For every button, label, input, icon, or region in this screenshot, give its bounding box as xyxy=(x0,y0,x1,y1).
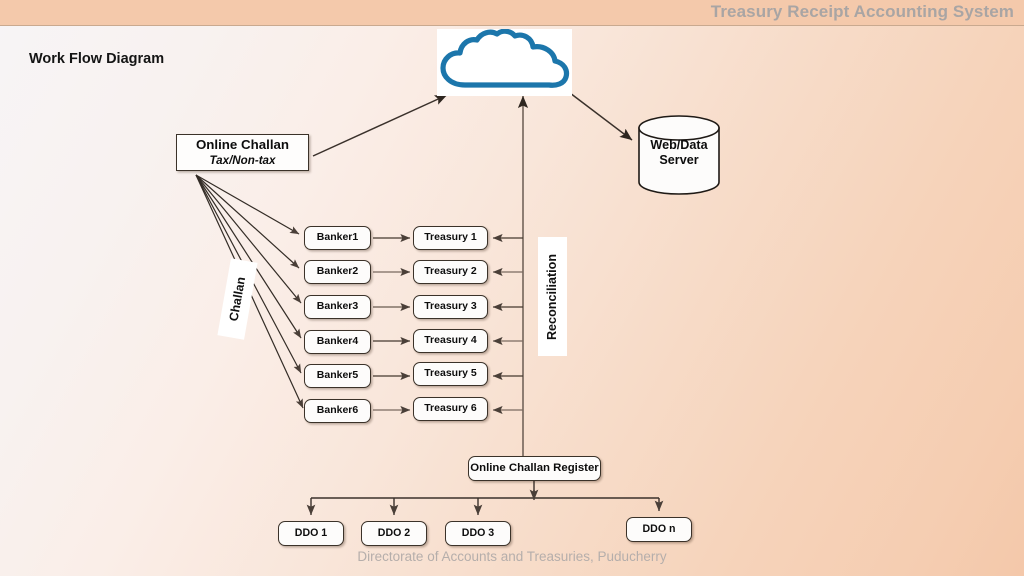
arrow-online-challan-to-cloud xyxy=(312,94,448,157)
node-treasury-6[interactable]: Treasury 6 xyxy=(413,397,488,421)
node-ddo-2[interactable]: DDO 2 xyxy=(361,521,427,546)
online-challan-subtitle: Tax/Non-tax xyxy=(209,153,276,167)
node-web-data-server[interactable]: Web/Data Server xyxy=(637,114,721,196)
banker-6-label: Banker6 xyxy=(316,404,359,417)
treasury-6-label: Treasury 6 xyxy=(424,402,477,415)
node-banker-6[interactable]: Banker6 xyxy=(304,399,371,423)
arrow-group-bankers-to-treasuries xyxy=(373,233,411,415)
node-banker-4[interactable]: Banker4 xyxy=(304,330,371,354)
treasury-1-label: Treasury 1 xyxy=(424,231,477,244)
node-treasury-1[interactable]: Treasury 1 xyxy=(413,226,488,250)
header-bar: Treasury Receipt Accounting System xyxy=(0,0,1024,26)
banker-3-label: Banker3 xyxy=(316,300,359,313)
page-title: Work Flow Diagram xyxy=(29,51,165,67)
ddo-n-label: DDO n xyxy=(642,522,676,535)
node-banker-1[interactable]: Banker1 xyxy=(304,226,371,250)
slide-canvas: Treasury Receipt Accounting System Work … xyxy=(0,0,1024,576)
ddo-3-label: DDO 3 xyxy=(461,526,495,539)
server-label-line2: Server xyxy=(659,153,699,168)
footer-text: Directorate of Accounts and Treasuries, … xyxy=(357,549,667,564)
banker-1-label: Banker1 xyxy=(316,231,359,244)
arrow-group-register-to-ddos xyxy=(306,481,664,516)
server-label-line1: Web/Data xyxy=(650,138,708,152)
reconciliation-label: Reconciliation xyxy=(538,237,567,356)
banker-2-label: Banker2 xyxy=(316,265,359,278)
challan-flow-label-text: Challan xyxy=(226,275,249,323)
folded-corner-inner-icon xyxy=(300,162,308,170)
node-banker-5[interactable]: Banker5 xyxy=(304,364,371,388)
node-ddo-1[interactable]: DDO 1 xyxy=(278,521,344,546)
challan-register-label: Online Challan Register xyxy=(470,462,599,475)
treasury-3-label: Treasury 3 xyxy=(424,300,477,313)
banker-5-label: Banker5 xyxy=(316,369,359,382)
arrow-group-reconciliation-to-treasuries xyxy=(492,233,523,415)
banker-4-label: Banker4 xyxy=(316,335,359,348)
node-ddo-3[interactable]: DDO 3 xyxy=(445,521,511,546)
online-challan-title: Online Challan xyxy=(195,137,290,153)
node-treasury-4[interactable]: Treasury 4 xyxy=(413,329,488,353)
ddo-1-label: DDO 1 xyxy=(294,526,328,539)
node-online-challan-register[interactable]: Online Challan Register xyxy=(468,456,601,481)
challan-flow-label: Challan xyxy=(217,258,258,340)
header-title: Treasury Receipt Accounting System xyxy=(710,2,1014,21)
arrow-cloud-to-server xyxy=(569,92,633,141)
cloud-icon xyxy=(437,29,572,96)
treasury-4-label: Treasury 4 xyxy=(424,334,477,347)
node-banker-3[interactable]: Banker3 xyxy=(304,295,371,319)
treasury-5-label: Treasury 5 xyxy=(424,367,477,380)
ddo-2-label: DDO 2 xyxy=(377,526,411,539)
server-label: Web/Data Server xyxy=(637,138,721,169)
node-treasury-5[interactable]: Treasury 5 xyxy=(413,362,488,386)
node-treasury-3[interactable]: Treasury 3 xyxy=(413,295,488,319)
node-banker-2[interactable]: Banker2 xyxy=(304,260,371,284)
node-treasury-2[interactable]: Treasury 2 xyxy=(413,260,488,284)
treasury-2-label: Treasury 2 xyxy=(424,265,477,278)
reconciliation-label-text: Reconciliation xyxy=(545,253,560,340)
node-online-challan[interactable]: Online Challan Tax/Non-tax xyxy=(176,134,309,171)
node-ddo-n[interactable]: DDO n xyxy=(626,517,692,542)
